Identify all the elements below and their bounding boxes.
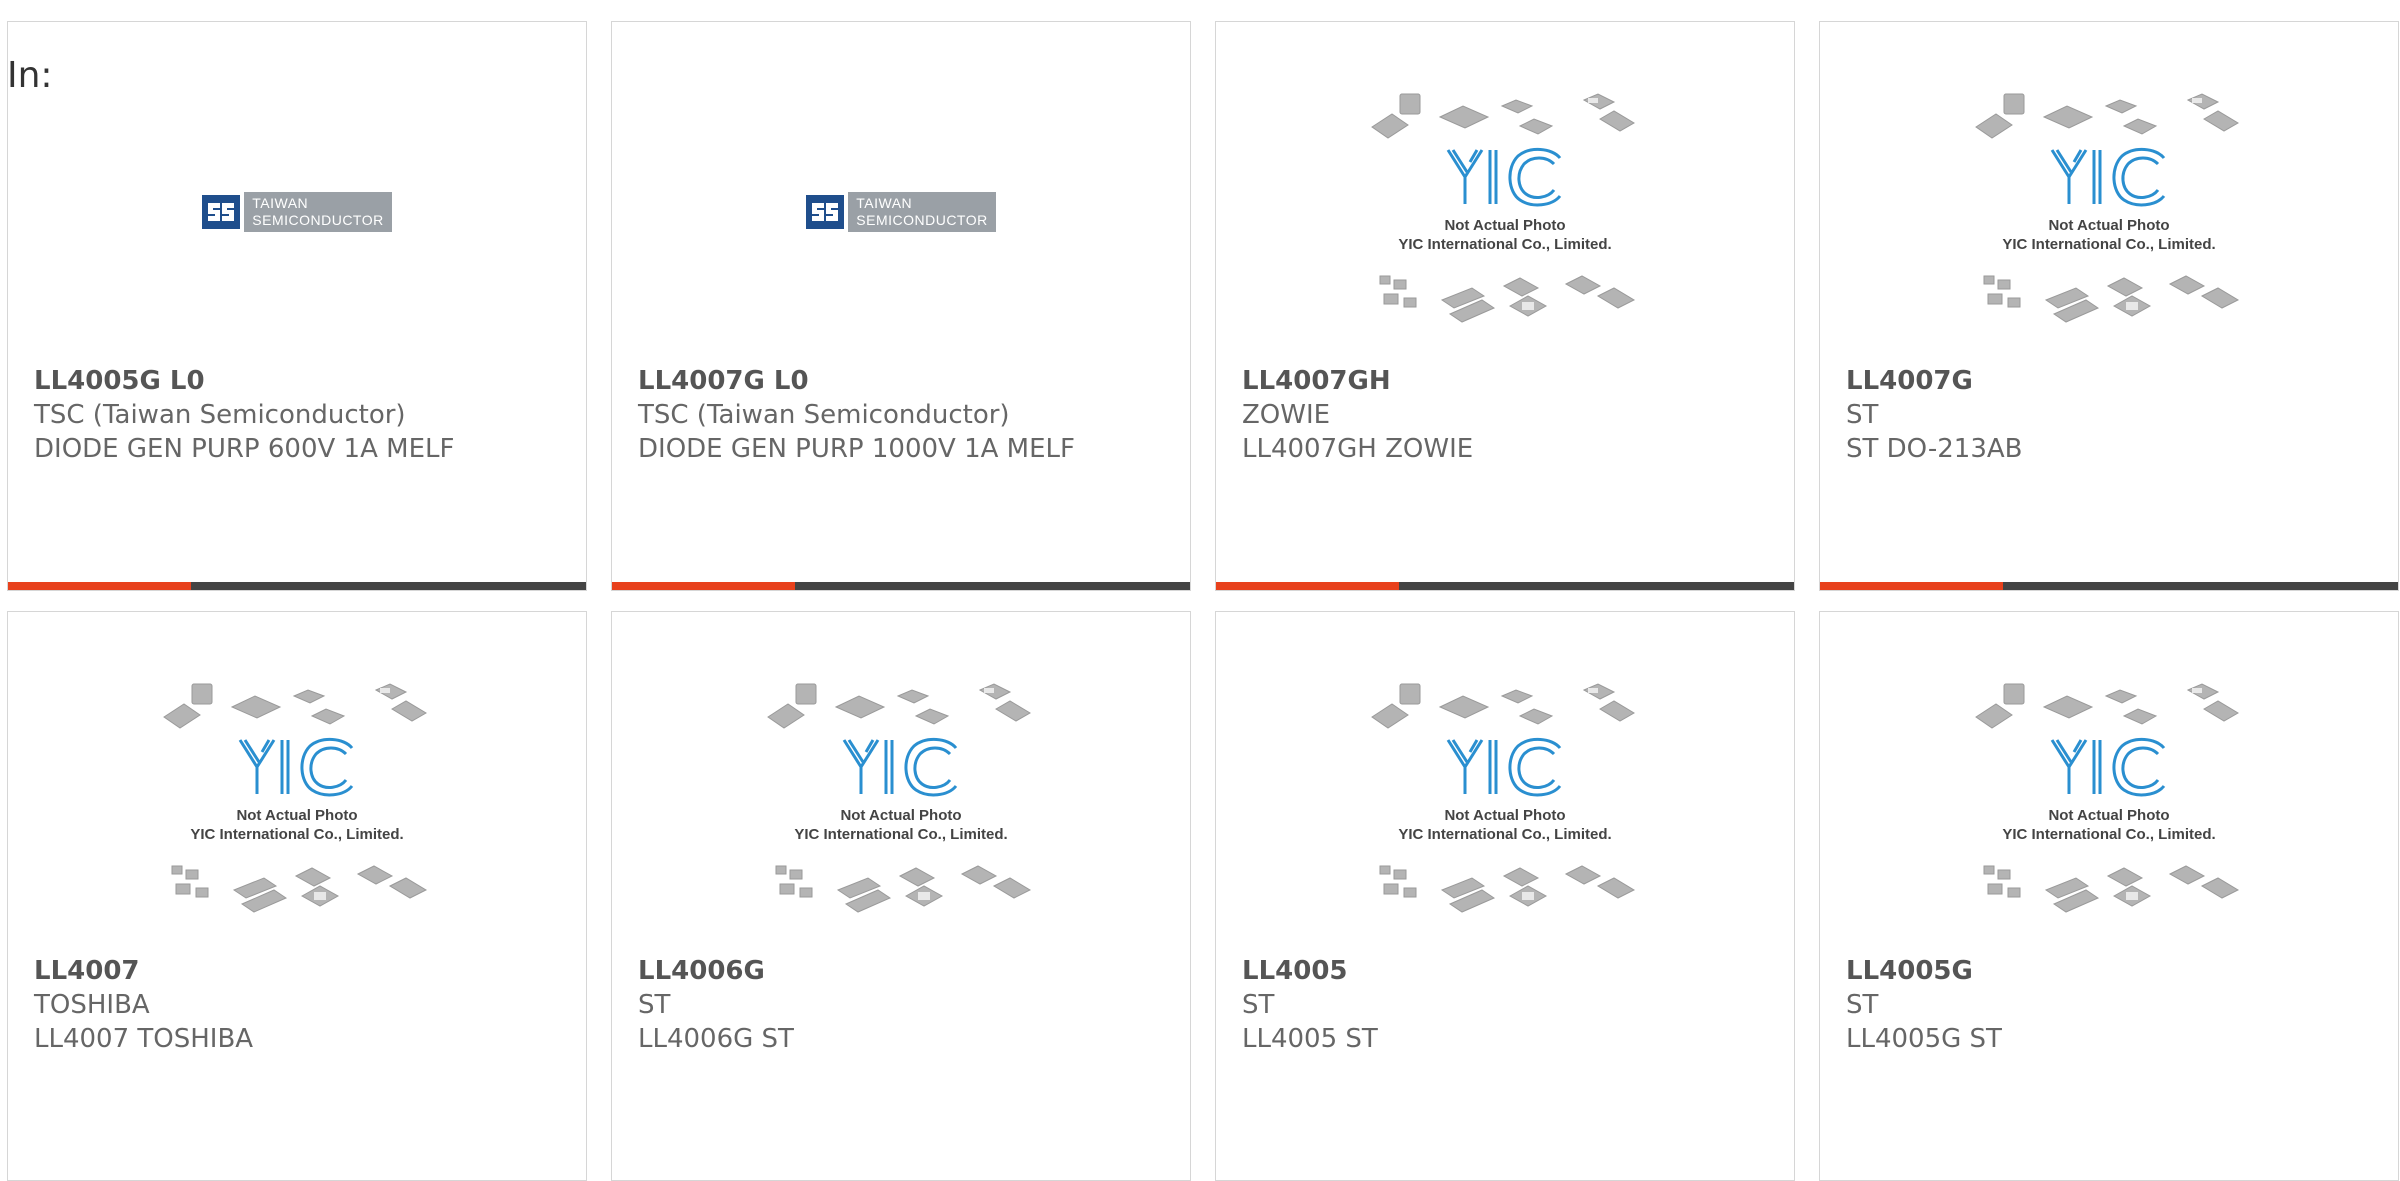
yic-placeholder-image [1370, 92, 1640, 332]
filter-label: In: [7, 55, 53, 96]
manufacturer: ST [1846, 400, 1879, 430]
card-bar-accent [1216, 582, 1399, 590]
part-number-link[interactable]: LL4006G [638, 954, 1178, 988]
description: LL4005G ST [1846, 1024, 2002, 1054]
product-card[interactable]: TAIWAN SEMICONDUCTOR LL4007G L0 TSC (Tai… [611, 21, 1191, 591]
product-card[interactable]: LL4007G ST ST DO-213AB [1819, 21, 2399, 591]
card-bar [1820, 582, 2398, 590]
product-image[interactable] [1216, 92, 1794, 372]
description: DIODE GEN PURP 1000V 1A MELF [638, 434, 1075, 464]
manufacturer: ST [1846, 990, 1879, 1020]
product-image[interactable]: TAIWAN SEMICONDUCTOR [8, 92, 586, 372]
product-card[interactable]: LL4007GH ZOWIE LL4007GH ZOWIE [1215, 21, 1795, 591]
product-image[interactable] [1216, 682, 1794, 962]
tsc-logo-line1: TAIWAN [252, 195, 309, 211]
tsc-logo: TAIWAN SEMICONDUCTOR [202, 192, 392, 232]
tsc-logo-line2: SEMICONDUCTOR [252, 212, 384, 228]
product-card[interactable]: LL4005G ST LL4005G ST [1819, 611, 2399, 1181]
tsc-logo: TAIWAN SEMICONDUCTOR [806, 192, 996, 232]
tsc-logo-text: TAIWAN SEMICONDUCTOR [244, 192, 392, 232]
product-image[interactable] [1820, 682, 2398, 962]
product-image[interactable] [8, 682, 586, 962]
description: LL4007GH ZOWIE [1242, 434, 1474, 464]
manufacturer: TOSHIBA [34, 990, 150, 1020]
product-image[interactable] [612, 682, 1190, 962]
part-number-link[interactable]: LL4007GH [1242, 364, 1782, 398]
card-bar [1216, 582, 1794, 590]
product-card[interactable]: LL4005 ST LL4005 ST [1215, 611, 1795, 1181]
description: ST DO-213AB [1846, 434, 2023, 464]
card-bar-accent [1820, 582, 2003, 590]
part-number-link[interactable]: LL4007G [1846, 364, 2386, 398]
product-card[interactable]: LL4007 TOSHIBA LL4007 TOSHIBA [7, 611, 587, 1181]
description: LL4006G ST [638, 1024, 794, 1054]
yic-placeholder-image [766, 682, 1036, 922]
tsc-logo-text: TAIWAN SEMICONDUCTOR [848, 192, 996, 232]
product-card[interactable]: TAIWAN SEMICONDUCTOR LL4005G L0 TSC (Tai… [7, 21, 587, 591]
description: LL4005 ST [1242, 1024, 1378, 1054]
part-number-link[interactable]: LL4005 [1242, 954, 1782, 988]
product-image[interactable]: TAIWAN SEMICONDUCTOR [612, 92, 1190, 372]
tsc-logo-line2: SEMICONDUCTOR [856, 212, 988, 228]
manufacturer: ST [1242, 990, 1275, 1020]
tsc-logo-icon [202, 195, 241, 229]
tsc-logo-line1: TAIWAN [856, 195, 913, 211]
card-bar-accent [612, 582, 795, 590]
part-number-link[interactable]: LL4007 [34, 954, 574, 988]
manufacturer: TSC (Taiwan Semiconductor) [34, 400, 406, 430]
card-bar [8, 582, 586, 590]
yic-placeholder-image [1370, 682, 1640, 922]
manufacturer: ZOWIE [1242, 400, 1331, 430]
tsc-logo-icon [806, 195, 845, 229]
description: DIODE GEN PURP 600V 1A MELF [34, 434, 455, 464]
card-bar-accent [8, 582, 191, 590]
yic-placeholder-image [162, 682, 432, 922]
product-card[interactable]: LL4006G ST LL4006G ST [611, 611, 1191, 1181]
product-image[interactable] [1820, 92, 2398, 372]
part-number-link[interactable]: LL4007G L0 [638, 364, 1178, 398]
manufacturer: ST [638, 990, 671, 1020]
yic-placeholder-image [1974, 92, 2244, 332]
card-bar [612, 582, 1190, 590]
manufacturer: TSC (Taiwan Semiconductor) [638, 400, 1010, 430]
description: LL4007 TOSHIBA [34, 1024, 254, 1054]
yic-placeholder-image [1974, 682, 2244, 922]
part-number-link[interactable]: LL4005G L0 [34, 364, 574, 398]
part-number-link[interactable]: LL4005G [1846, 954, 2386, 988]
